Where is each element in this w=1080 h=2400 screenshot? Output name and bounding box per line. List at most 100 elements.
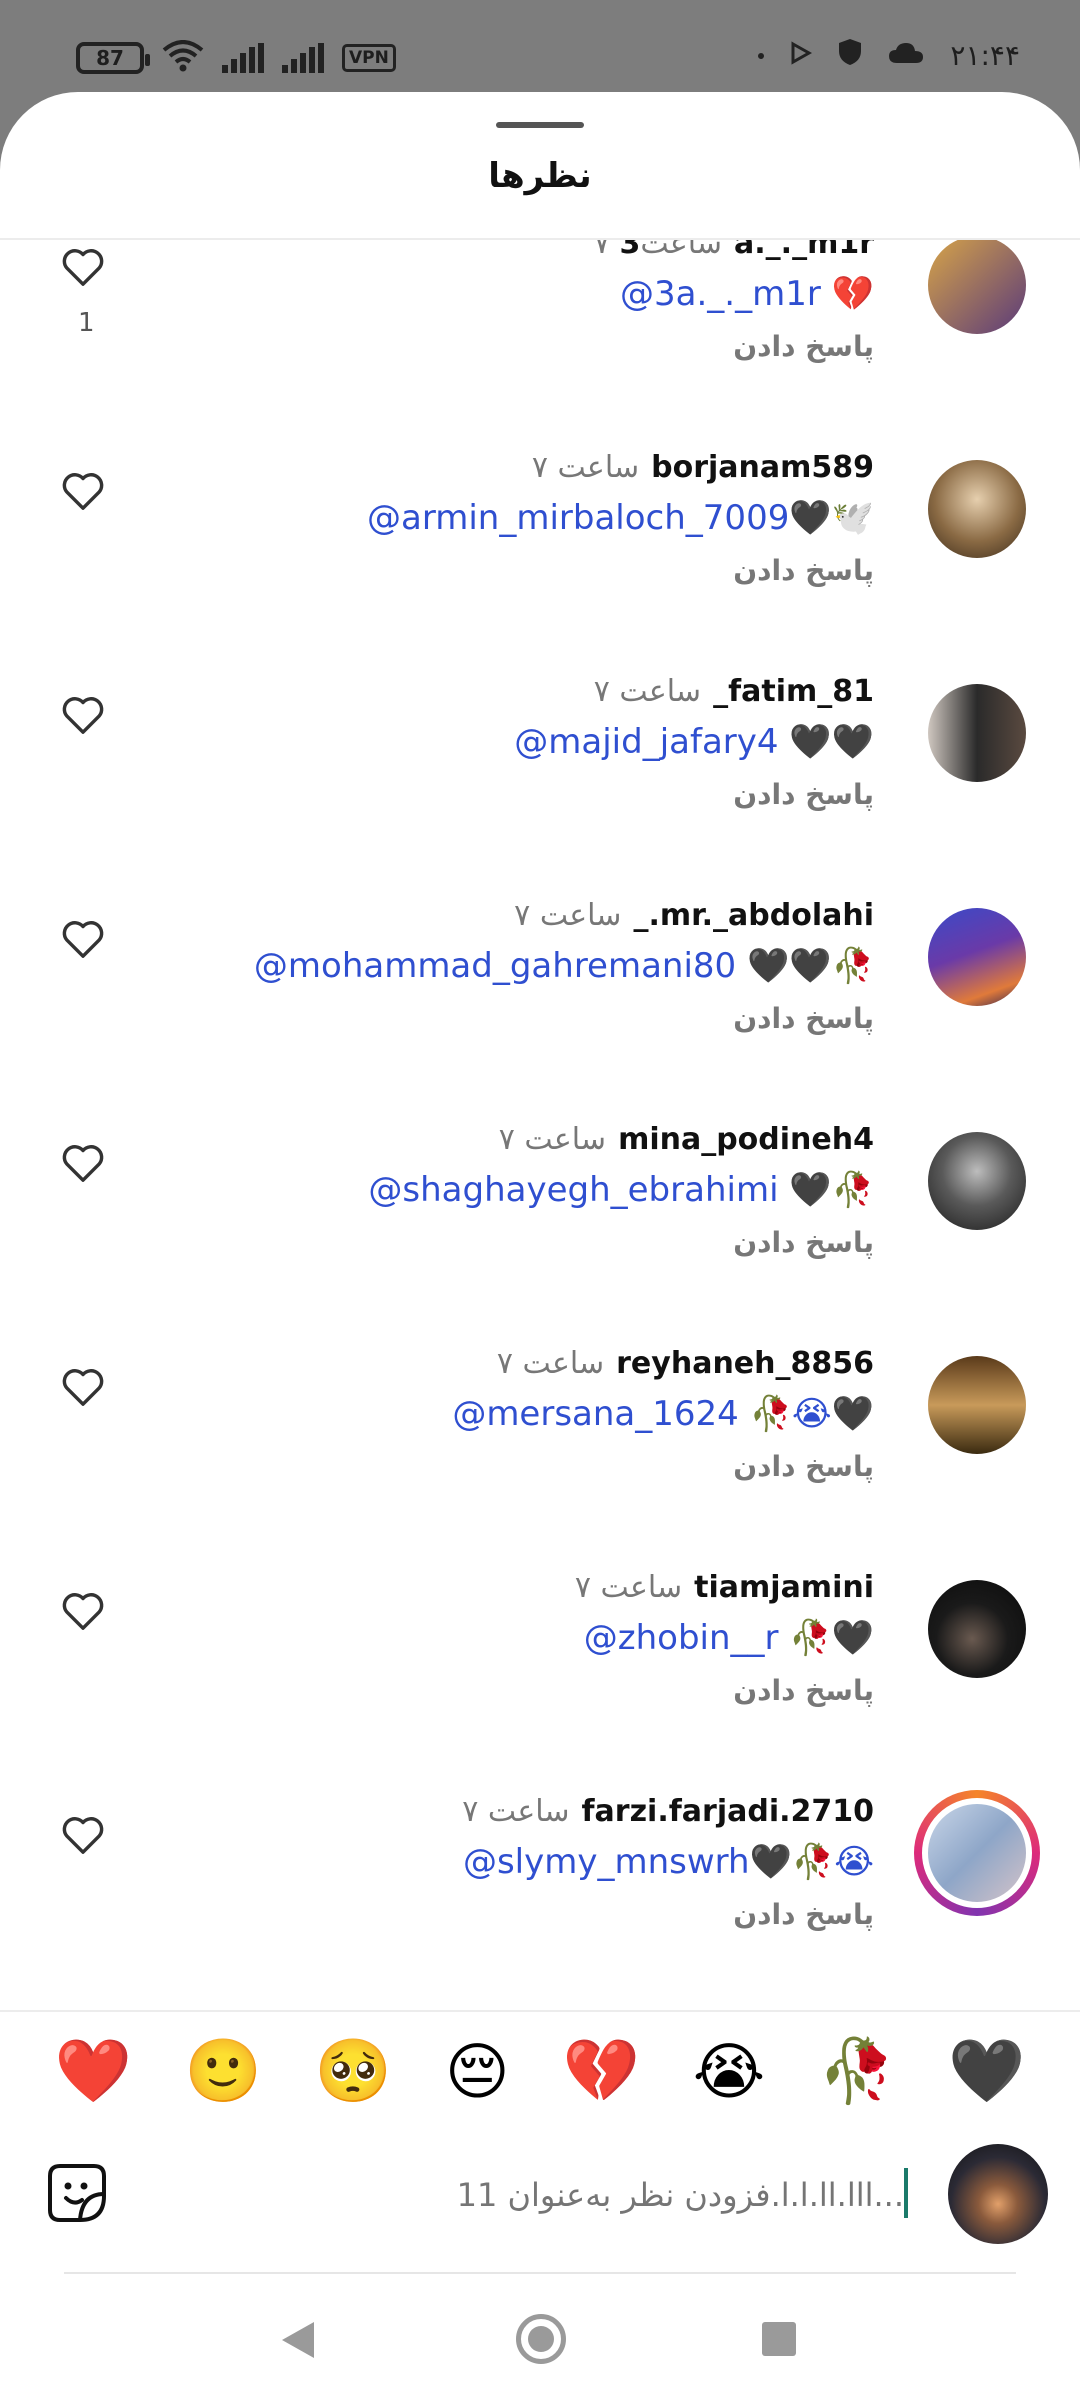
like-button[interactable] (60, 470, 106, 512)
comment-time: ۷ ساعت (462, 1794, 570, 1829)
vpn-badge: VPN (342, 44, 396, 72)
system-nav-bar (0, 2280, 1080, 2400)
cloud-icon (888, 39, 924, 72)
heart-outline-icon (62, 1369, 104, 1406)
comment-text: @mohammad_gahremani80 🖤🖤🥀 (253, 946, 874, 986)
text-caret (904, 2168, 908, 2218)
comment-text: @zhobin__r 🥀🖤 (583, 1618, 874, 1658)
comment-item: ۷ ساعت farzi.farjadi.2710 @slymy_mnswrh🖤🥀… (0, 1790, 1080, 2014)
comment-text: @armin_mirbaloch_7009🖤🕊️ (367, 498, 874, 538)
emoji-button[interactable]: 😭 (693, 2035, 765, 2108)
comment-username[interactable]: farzi.farjadi.2710 (582, 1794, 875, 1829)
status-bar: 87 VPN ۲۱:۴۴ (0, 0, 1080, 90)
emoji-button[interactable]: 💔 (563, 2034, 640, 2108)
comment-time: ۷ ساعت (498, 1122, 607, 1157)
avatar[interactable] (928, 240, 1026, 334)
comment-time: ۷ ساعت (593, 674, 702, 709)
play-icon (790, 39, 813, 72)
comment-list[interactable]: ۷ ساعت3a._._m1r @3a._._m1r 💔 پاسخ دادن 1… (0, 240, 1080, 2102)
comment-item: ۷ ساعت _fatim_81 @majid_jafary4 🖤🖤 پاسخ د… (0, 670, 1080, 894)
heart-outline-icon (62, 921, 104, 958)
reply-button[interactable]: پاسخ دادن (733, 1898, 874, 1931)
avatar[interactable] (928, 684, 1026, 782)
comment-item: ۷ ساعت tiamjamini @zhobin__r 🥀🖤 پاسخ دادن (0, 1566, 1080, 1790)
comment-username[interactable]: mina_podineh4 (618, 1122, 874, 1157)
clock: ۲۱:۴۴ (950, 39, 1020, 72)
emoji-button[interactable]: 🥀 (818, 2034, 895, 2108)
signal-icon-2 (282, 43, 324, 73)
comment-input[interactable] (404, 2170, 904, 2220)
current-user-avatar (948, 2144, 1048, 2244)
comment-username[interactable]: _fatim_81 (713, 674, 874, 709)
emoji-button[interactable]: 🖤 (948, 2034, 1025, 2108)
comment-time: ۷ ساعت (574, 1570, 683, 1605)
avatar[interactable] (928, 1356, 1026, 1454)
reply-button[interactable]: پاسخ دادن (733, 1226, 874, 1259)
recents-square-icon[interactable] (762, 2322, 796, 2356)
like-button[interactable] (60, 694, 106, 736)
comment-username[interactable]: reyhaneh_8856 (616, 1346, 874, 1381)
comment-text: @shaghayegh_ebrahimi 🖤🥀 (368, 1170, 874, 1210)
reply-button[interactable]: پاسخ دادن (733, 330, 874, 363)
reply-button[interactable]: پاسخ دادن (733, 554, 874, 587)
comment-time: ۷ ساعت (514, 898, 622, 933)
comment-item: ۷ ساعت reyhaneh_8856 @mersana_1624 🥀😭🖤 پا… (0, 1342, 1080, 1566)
home-circle-icon[interactable] (516, 2314, 566, 2364)
comment-text: @mersana_1624 🥀😭🖤 (452, 1394, 874, 1434)
reply-button[interactable]: پاسخ دادن (733, 1002, 874, 1035)
avatar[interactable] (928, 908, 1026, 1006)
signal-icon (222, 43, 264, 73)
back-triangle-icon[interactable] (282, 2322, 314, 2358)
wifi-icon (162, 40, 204, 76)
like-count: 1 (78, 308, 95, 338)
reply-button[interactable]: پاسخ دادن (733, 778, 874, 811)
comment-item: ۷ ساعت borjanam589 @armin_mirbaloch_7009🖤… (0, 446, 1080, 670)
emoji-button[interactable]: 🥺 (315, 2034, 392, 2108)
like-button[interactable] (60, 1590, 106, 1632)
comment-item: ۷ ساعت3a._._m1r @3a._._m1r 💔 پاسخ دادن 1 (0, 240, 1080, 446)
like-button[interactable] (60, 918, 106, 960)
avatar[interactable] (928, 460, 1026, 558)
comment-item: ۷ ساعت _.mr._abdolahi @mohammad_gahremani… (0, 894, 1080, 1118)
comment-item: ۷ ساعت mina_podineh4 @shaghayegh_ebrahimi… (0, 1118, 1080, 1342)
like-button[interactable] (60, 1814, 106, 1856)
shield-icon (838, 38, 862, 73)
comment-username[interactable]: tiamjamini (694, 1570, 874, 1605)
avatar[interactable] (928, 1580, 1026, 1678)
heart-outline-icon (62, 473, 104, 510)
emoji-button[interactable]: ❤️ (54, 2034, 131, 2108)
battery-icon: 87 (76, 42, 150, 74)
comment-time: ۷ ساعت (496, 1346, 605, 1381)
comment-composer (0, 2130, 1080, 2270)
status-left: 87 VPN (76, 40, 396, 76)
sheet-title: نظرها (488, 156, 592, 196)
battery-level: 87 (96, 46, 124, 70)
heart-outline-icon (62, 1145, 104, 1182)
reply-button[interactable]: پاسخ دادن (733, 1450, 874, 1483)
like-button[interactable] (60, 246, 106, 288)
emoji-quick-bar: ❤️ 🙂 🥺 😔 💔 😭 🥀 🖤 (0, 2010, 1080, 2130)
comment-username[interactable]: _.mr._abdolahi (633, 898, 874, 933)
heart-outline-icon (62, 697, 104, 734)
emoji-button[interactable]: 😔 (445, 2035, 510, 2108)
emoji-button[interactable]: 🙂 (185, 2034, 262, 2108)
avatar (922, 1798, 1032, 1908)
comment-text: @slymy_mnswrh🖤🥀😭 (462, 1842, 874, 1882)
reply-button[interactable]: پاسخ دادن (733, 1674, 874, 1707)
drag-handle[interactable] (496, 122, 584, 128)
comment-text: @majid_jafary4 🖤🖤 (514, 722, 874, 762)
comment-time: ۷ ساعت (593, 240, 723, 261)
comment-text: @3a._._m1r 💔 (620, 274, 874, 314)
like-button[interactable] (60, 1366, 106, 1408)
avatar[interactable] (928, 1132, 1026, 1230)
comment-time: ۷ ساعت (531, 450, 640, 485)
heart-outline-icon (62, 1593, 104, 1630)
heart-outline-icon (62, 1817, 104, 1854)
notification-dot-icon (758, 52, 765, 59)
avatar-story-ring[interactable] (914, 1790, 1040, 1916)
status-right: ۲۱:۴۴ (758, 38, 1020, 73)
sticker-icon[interactable] (46, 2162, 108, 2224)
like-button[interactable] (60, 1142, 106, 1184)
comment-username[interactable]: borjanam589 (651, 450, 874, 485)
heart-outline-icon (62, 249, 104, 286)
